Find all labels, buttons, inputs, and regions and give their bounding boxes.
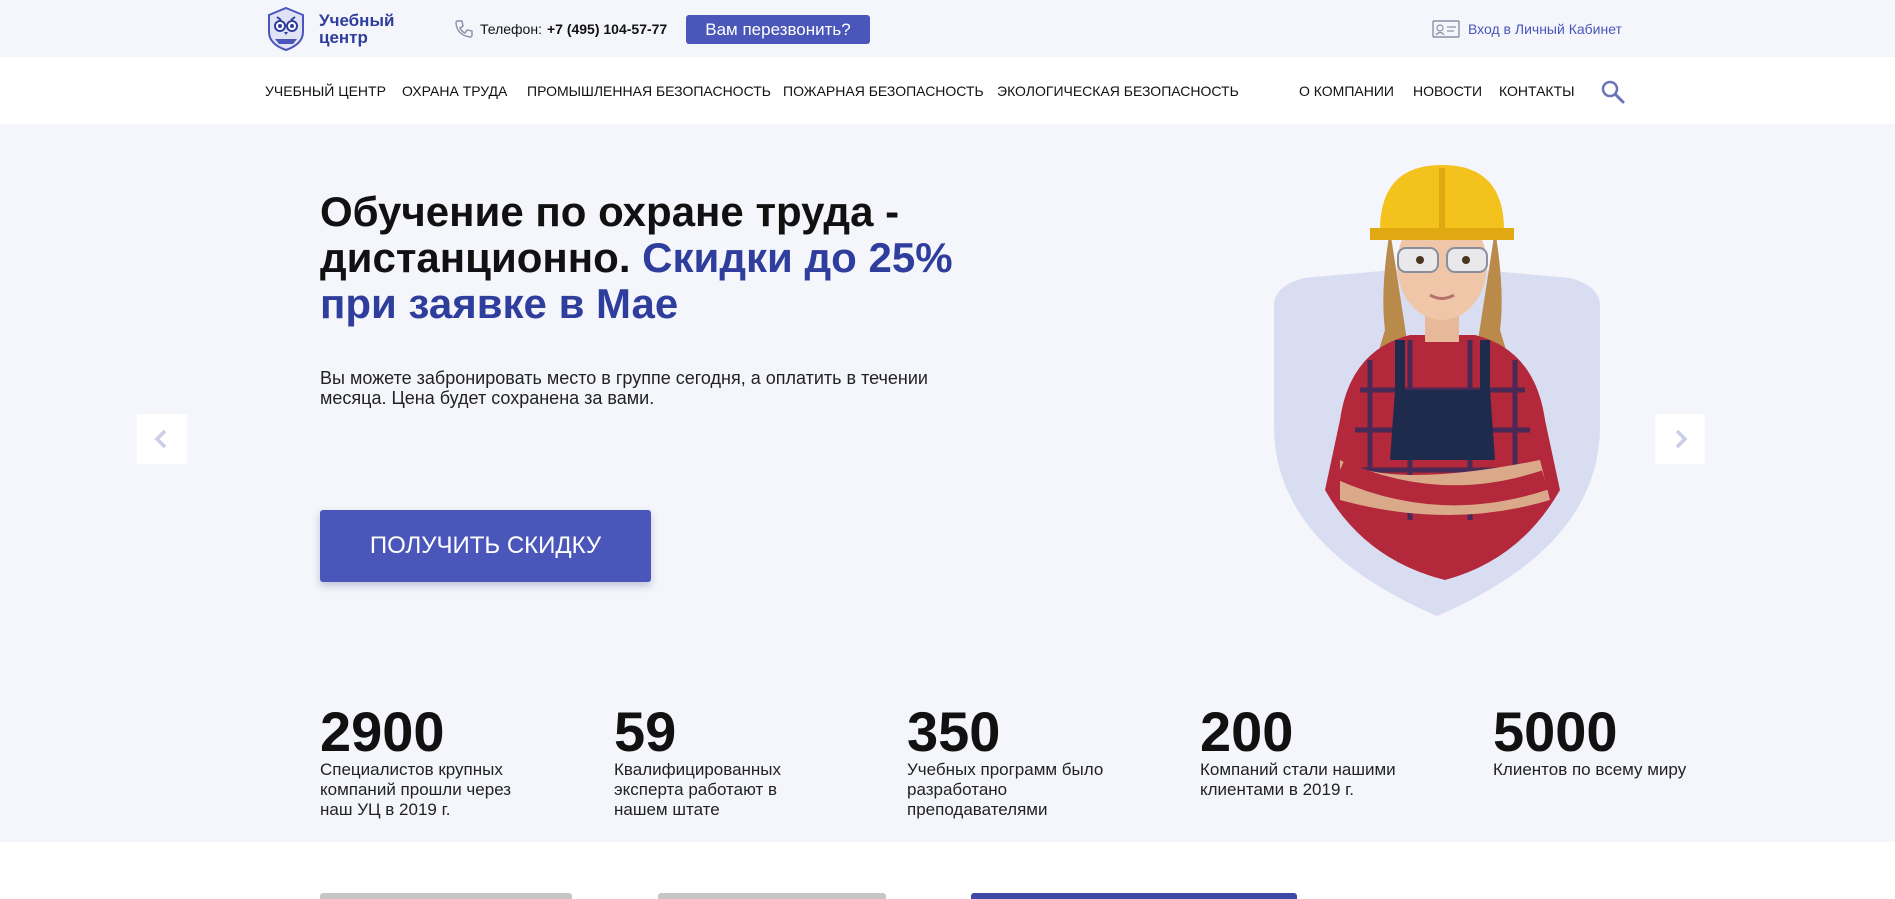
bottom-section	[0, 842, 1895, 899]
id-card-icon	[1432, 20, 1460, 38]
cabinet-label: Вход в Личный Кабинет	[1468, 21, 1622, 37]
stat-description: Квалифицированных эксперта работают в на…	[614, 760, 782, 819]
chevron-left-icon	[154, 429, 167, 449]
stat-clients: 5000 Клиентов по всему миру	[1493, 700, 1693, 780]
stat-experts: 59 Квалифицированных эксперта работают в…	[614, 700, 814, 820]
nav-item-labor-safety[interactable]: ОХРАНА ТРУДА	[402, 83, 507, 99]
nav-item-ecological-safety[interactable]: ЭКОЛОГИЧЕСКАЯ БЕЗОПАСНОСТЬ	[997, 83, 1239, 99]
stat-number: 200	[1200, 700, 1294, 763]
stat-description: Клиентов по всему миру	[1493, 760, 1687, 779]
nav-item-training-center[interactable]: УЧЕБНЫЙ ЦЕНТР	[265, 83, 386, 99]
stat-description: Специалистов крупных компаний прошли чер…	[320, 760, 512, 819]
hero-subtitle: Вы можете забронировать место в группе с…	[320, 368, 928, 408]
stat-companies: 200 Компаний стали нашими клиентами в 20…	[1200, 700, 1400, 800]
stat-number: 2900	[320, 700, 445, 763]
search-icon[interactable]	[1600, 79, 1626, 105]
stat-description: Компаний стали нашими клиентами в 2019 г…	[1200, 760, 1396, 799]
phone-icon	[455, 20, 473, 38]
stat-number: 5000	[1493, 700, 1618, 763]
worker-illustration	[1325, 165, 1560, 580]
slider-next-button[interactable]	[1655, 414, 1705, 464]
category-tab-card[interactable]	[320, 893, 572, 899]
stat-specialists: 2900 Специалистов крупных компаний прошл…	[320, 700, 520, 820]
nav-item-about[interactable]: О КОМПАНИИ	[1299, 83, 1394, 99]
logo-text: Учебный центр	[319, 11, 395, 47]
nav-item-contacts[interactable]: КОНТАКТЫ	[1499, 83, 1575, 99]
callback-button[interactable]: Вам перезвонить?	[686, 15, 870, 44]
nav-item-industrial-safety[interactable]: ПРОМЫШЛЕННАЯ БЕЗОПАСНОСТЬ	[527, 83, 771, 99]
chevron-right-icon	[1675, 429, 1688, 449]
phone-block[interactable]: Телефон: +7 (495) 104-57-77	[453, 18, 667, 40]
phone-number[interactable]: +7 (495) 104-57-77	[547, 21, 667, 37]
stat-number: 350	[907, 700, 1001, 763]
hero-title: Обучение по охране труда - дистанционно.…	[320, 189, 1020, 327]
phone-label: Телефон:	[480, 21, 542, 37]
main-nav: УЧЕБНЫЙ ЦЕНТР ОХРАНА ТРУДА ПРОМЫШЛЕННАЯ …	[0, 57, 1895, 124]
stat-number: 59	[614, 700, 677, 763]
category-tab-card[interactable]	[658, 893, 886, 899]
stat-programs: 350 Учебных программ было разработано пр…	[907, 700, 1107, 820]
owl-logo-icon	[268, 6, 304, 52]
logo[interactable]: Учебный центр	[263, 6, 399, 52]
stat-description: Учебных программ было разработано препод…	[907, 760, 1104, 819]
get-discount-button[interactable]: ПОЛУЧИТЬ СКИДКУ	[320, 510, 651, 582]
category-tab-card-active[interactable]	[971, 893, 1297, 899]
nav-item-news[interactable]: НОВОСТИ	[1413, 83, 1482, 99]
cabinet-link[interactable]: Вход в Личный Кабинет	[1432, 19, 1622, 39]
top-bar: Учебный центр Телефон: +7 (495) 104-57-7…	[0, 0, 1895, 57]
slider-prev-button[interactable]	[137, 414, 187, 464]
nav-item-fire-safety[interactable]: ПОЖАРНАЯ БЕЗОПАСНОСТЬ	[783, 83, 984, 99]
